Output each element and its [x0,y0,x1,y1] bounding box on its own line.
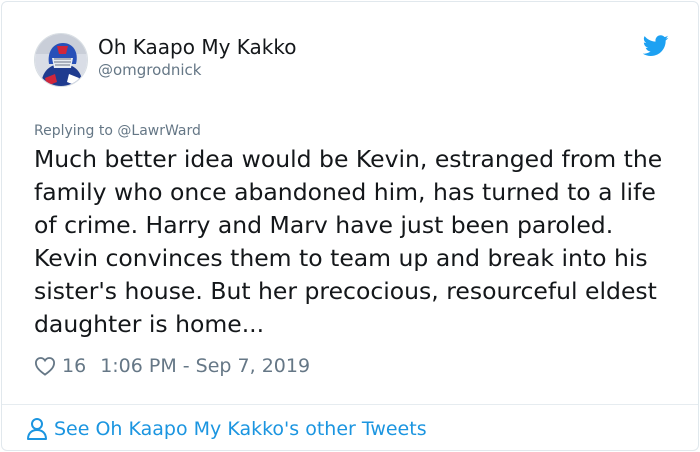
tweet-meta: 16 1:06 PM - Sep 7, 2019 [34,353,310,379]
tweet-timestamp[interactable]: 1:06 PM - Sep 7, 2019 [100,355,310,377]
see-other-tweets-link[interactable]: See Oh Kaapo My Kakko's other Tweets [26,416,427,442]
avatar[interactable] [34,33,88,87]
tweet-card: Oh Kaapo My Kakko @omgrodnick Replying t… [1,1,699,451]
divider [2,404,698,405]
goalie-avatar-icon [35,34,87,86]
replying-to-line: Replying to @LawrWard [34,122,201,140]
twitter-bird-icon[interactable] [643,35,669,57]
heart-icon[interactable] [34,356,56,376]
reply-mention-link[interactable]: @LawrWard [117,123,201,139]
like-count[interactable]: 16 [62,355,86,377]
author-handle[interactable]: @omgrodnick [98,60,201,80]
person-icon [27,418,47,440]
reply-prefix: Replying to [34,123,118,139]
author-display-name[interactable]: Oh Kaapo My Kakko [98,34,297,60]
see-other-tweets-label: See Oh Kaapo My Kakko's other Tweets [54,418,427,440]
tweet-text: Much better idea would be Kevin, estrang… [34,145,663,338]
